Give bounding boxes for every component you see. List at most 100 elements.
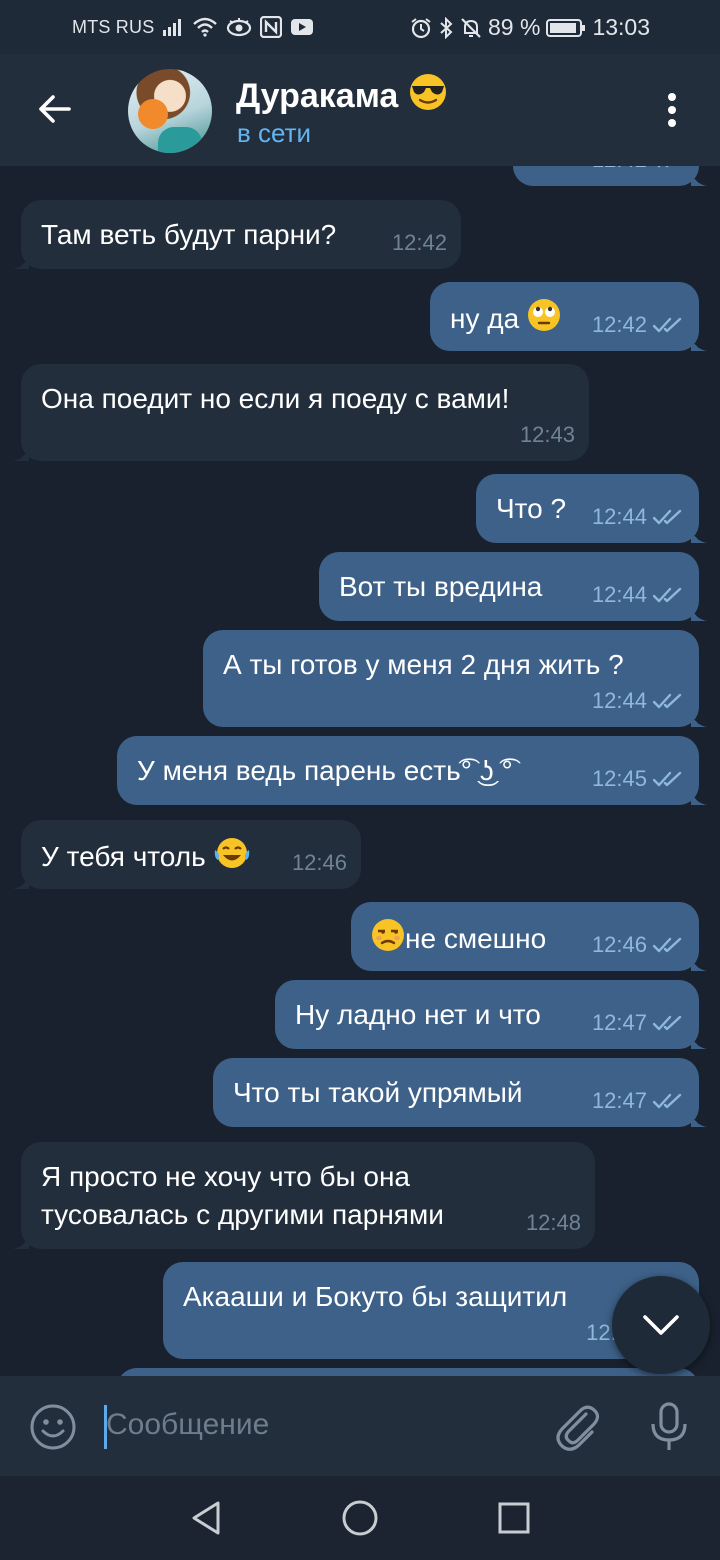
- message-bubble-outgoing[interactable]: ну да 12:42: [430, 282, 709, 351]
- message-time: 12:47: [591, 1010, 647, 1035]
- message-text-row: У тебя чтоль: [41, 836, 251, 879]
- paperclip-icon: [556, 1405, 600, 1451]
- contact-status: в сети: [237, 118, 312, 148]
- message-time: 12:44: [591, 688, 647, 713]
- message-time: 12:42: [592, 166, 647, 178]
- message-text-line: Я просто не хочу что бы она: [41, 1161, 410, 1192]
- message-text: ну да: [450, 303, 520, 334]
- triangle-back-icon: [192, 1501, 220, 1535]
- contact-name-row[interactable]: Дуракама: [236, 72, 448, 121]
- message-bubble-outgoing[interactable]: [117, 1368, 699, 1376]
- nav-recents-button[interactable]: [494, 1498, 534, 1538]
- message-time: 12:44: [591, 504, 647, 529]
- wifi-icon: [192, 17, 218, 37]
- message-text-line: тусовалась с другими парнями: [41, 1199, 444, 1230]
- message-text: У тебя чтоль: [41, 841, 206, 872]
- microphone-icon: [651, 1402, 687, 1450]
- message-text: А ты готов у меня 2 дня жить ?: [223, 649, 624, 680]
- carrier-label: MTS RUS: [72, 16, 155, 37]
- unamused-face-icon: [371, 918, 405, 961]
- message-bubble-outgoing[interactable]: не смешно 12:46: [351, 902, 709, 971]
- message-time: 12:42: [391, 230, 447, 255]
- double-check-icon: [657, 166, 669, 167]
- message-time: 12:47: [591, 1088, 647, 1113]
- message-text: Что ?: [496, 493, 567, 524]
- message-text: Вот ты вредина: [339, 571, 543, 602]
- message-time: 12:46: [591, 932, 647, 957]
- message-bubble-outgoing[interactable]: У меня ведь парень есть͡° ͜ʖ ͡° 12:45: [117, 736, 709, 805]
- message-list[interactable]: 12:42 Там веть будут парни? 12:42 ну да …: [0, 166, 720, 1376]
- nav-back-button[interactable]: [186, 1498, 226, 1538]
- bluetooth-icon: [438, 16, 454, 39]
- double-check-icon: [653, 317, 682, 332]
- mute-icon: [460, 17, 482, 39]
- message-bubble-outgoing[interactable]: А ты готов у меня 2 дня жить ? 12:44: [203, 630, 709, 727]
- message-time: 12:46: [291, 850, 347, 875]
- youtube-icon: [290, 18, 314, 36]
- double-check-icon: [653, 1093, 682, 1108]
- message-bubble-outgoing[interactable]: 12:42: [513, 166, 709, 186]
- circle-home-icon: [342, 1500, 378, 1536]
- eye-icon: [226, 17, 252, 37]
- message-bubble-outgoing[interactable]: Ну ладно нет и что 12:47: [275, 980, 709, 1049]
- message-text-row: ну да: [450, 298, 561, 341]
- message-time: 12:43: [519, 422, 575, 447]
- emoji-button[interactable]: [28, 1402, 78, 1452]
- contact-name: Дуракама: [236, 77, 399, 115]
- message-bubble-incoming[interactable]: Там веть будут парни? 12:42: [11, 200, 461, 269]
- double-check-icon: [653, 937, 682, 952]
- arrow-left-icon: [39, 95, 71, 123]
- face-with-tears-of-joy-icon: [213, 836, 251, 879]
- clock: 13:03: [592, 14, 650, 40]
- status-bar: MTS RUS 89 % 13:03: [0, 0, 720, 54]
- square-recents-icon: [498, 1502, 530, 1534]
- message-text: У меня ведь парень есть͡° ͜ʖ ͡°: [137, 755, 513, 786]
- message-bubble-incoming[interactable]: Я просто не хочу что бы она тусовалась с…: [11, 1142, 595, 1249]
- nfc-icon: [260, 16, 283, 38]
- message-bubble-outgoing[interactable]: Что ты такой упрямый 12:47: [213, 1058, 709, 1127]
- message-time: 12:48: [525, 1210, 581, 1235]
- nav-home-button[interactable]: [340, 1498, 380, 1538]
- back-button[interactable]: [24, 78, 86, 140]
- avatar[interactable]: [128, 69, 212, 153]
- message-bubble-incoming[interactable]: У тебя чтоль 12:46: [11, 820, 361, 889]
- signal-icon: [162, 17, 184, 37]
- battery-icon: [546, 18, 586, 38]
- system-navigation-bar: [0, 1476, 720, 1560]
- chat-header: Дуракама в сети: [0, 54, 720, 166]
- message-text: Ну ладно нет и что: [295, 999, 541, 1030]
- message-composer: Сообщение: [0, 1376, 720, 1476]
- microphone-button[interactable]: [644, 1400, 694, 1454]
- scroll-down-button[interactable]: [612, 1276, 710, 1374]
- smiling-face-with-sunglasses-icon: [408, 72, 448, 121]
- message-bubble-incoming[interactable]: Она поедит но если я поеду с вами! 12:43: [11, 364, 589, 461]
- message-text: Она поедит но если я поеду с вами!: [41, 383, 510, 414]
- message-text-row: не смешно: [371, 918, 546, 961]
- message-text: Там веть будут парни?: [41, 219, 337, 250]
- more-vertical-icon: [668, 93, 676, 127]
- double-check-icon: [653, 771, 682, 786]
- message-text: Акааши и Бокуто бы защитил: [183, 1281, 568, 1312]
- message-input[interactable]: Сообщение: [106, 1408, 269, 1442]
- message-bubble-outgoing[interactable]: Вот ты вредина 12:44: [319, 552, 709, 621]
- double-check-icon: [653, 509, 682, 524]
- double-check-icon: [653, 1015, 682, 1030]
- smile-icon: [30, 1404, 76, 1450]
- message-time: 12:42: [591, 312, 647, 337]
- alarm-icon: [410, 17, 432, 39]
- avatar-ball: [138, 99, 168, 129]
- chevron-down-icon: [643, 1315, 679, 1335]
- attach-button[interactable]: [552, 1400, 602, 1454]
- message-bubble-outgoing[interactable]: Что ? 12:44: [476, 474, 709, 543]
- avatar-shirt: [158, 127, 202, 153]
- message-text: Что ты такой упрямый: [233, 1077, 523, 1108]
- message-text-block: Я просто не хочу что бы она тусовалась с…: [41, 1158, 444, 1234]
- menu-button[interactable]: [648, 86, 696, 134]
- battery-percent: 89 %: [488, 14, 541, 40]
- double-check-icon: [653, 587, 682, 602]
- message-time: 12:45: [591, 766, 647, 791]
- double-check-icon: [653, 693, 682, 708]
- face-with-rolling-eyes-icon: [527, 298, 561, 341]
- message-text: не смешно: [405, 923, 547, 954]
- message-time: 12:44: [591, 582, 647, 607]
